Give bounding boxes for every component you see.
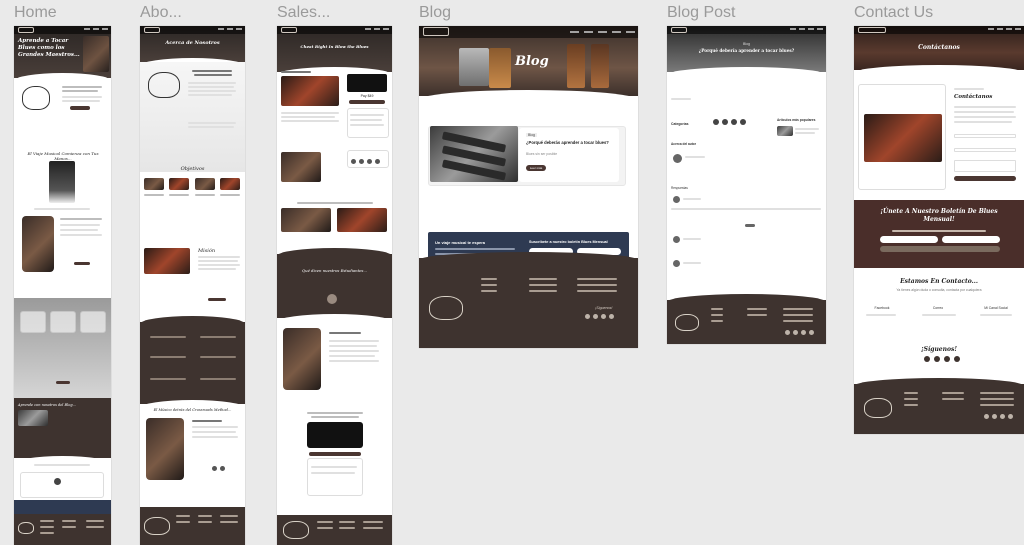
blog-post-frame[interactable]: Blog ¿Porqué debería aprender a tocar bl… — [667, 26, 826, 344]
contact-channel-facebook[interactable]: Facebook — [862, 306, 902, 310]
sales-hero: Cheat Right In Blow the Blues — [277, 26, 392, 72]
contact-frame[interactable]: Contáctanos Contáctanos ¡Únete A Nuestro… — [854, 26, 1024, 434]
sales-hero-title: Cheat Right In Blow the Blues — [300, 44, 369, 49]
blog-post-hero: Blog ¿Porqué debería aprender a tocar bl… — [667, 26, 826, 72]
frame-label-contact[interactable]: Contact Us — [854, 4, 933, 22]
blog-hero-guitar-2 — [489, 48, 511, 88]
home-book-cover — [49, 161, 75, 203]
home-hero: Aprende a Tocar Blues como los Grandes M… — [14, 26, 111, 78]
blog-frame[interactable]: Blog Blog ¿Porqué deberás aprender a toc… — [419, 26, 638, 348]
blog-read-more-label: Leer más — [529, 166, 543, 170]
home-teacher-photo — [22, 216, 54, 272]
sales-product-image — [347, 74, 387, 92]
contact-form-title: Contáctanos — [954, 94, 993, 100]
sales-price: Pay $49 — [360, 94, 374, 98]
youtube-icon[interactable] — [601, 314, 606, 319]
blog-newsletter-right-title: Suscríbete a nuestro boletín Blues Mensu… — [529, 240, 608, 244]
home-nav — [14, 26, 111, 34]
home-hero-image — [83, 36, 109, 72]
contact-hero: Contáctanos — [854, 26, 1024, 70]
youtube-icon[interactable] — [944, 356, 950, 362]
sales-footer — [277, 515, 392, 545]
instagram-icon[interactable] — [934, 356, 940, 362]
contact-newsletter-submit[interactable] — [880, 246, 1000, 252]
blog-post-footer — [667, 294, 826, 344]
sales-buy-button[interactable] — [349, 100, 385, 104]
instagram-icon[interactable] — [593, 314, 598, 319]
tiktok-icon[interactable] — [609, 314, 614, 319]
home-footer — [14, 514, 111, 545]
contact-newsletter-email-input[interactable] — [942, 236, 1000, 243]
about-hero: Acerca de Nosotros — [140, 26, 245, 62]
blog-footer-follow: ¡Síguenos! — [595, 306, 613, 310]
contact-channel-email[interactable]: Correo — [918, 306, 958, 310]
facebook-icon[interactable] — [924, 356, 930, 362]
sales-teacher-photo — [283, 328, 321, 390]
home-blog-heading: Aprende con nosotros del Blog... — [18, 403, 76, 407]
frame-label-about[interactable]: Abo... — [140, 4, 182, 22]
home-newsletter — [14, 500, 111, 514]
blog-hero: Blog — [419, 26, 638, 96]
blog-card-title[interactable]: ¿Porqué deberás aprender a tocar blues? — [526, 140, 612, 145]
home-hero-title: Aprende a Tocar Blues como los Grandes M… — [18, 38, 80, 58]
about-founder-photo — [146, 418, 184, 480]
frame-label-blog-post[interactable]: Blog Post — [667, 4, 735, 22]
blog-post-popular-thumb[interactable] — [777, 126, 793, 136]
contact-newsletter-name-input[interactable] — [880, 236, 938, 243]
home-nav-logo[interactable] — [18, 27, 34, 33]
sales-reviews-title: Qué dicen nuestros Estudiantes... — [302, 268, 367, 273]
blog-post-replies-label: Respuestas — [671, 186, 688, 190]
frame-label-blog[interactable]: Blog — [419, 4, 451, 22]
sales-frame[interactable]: Cheat Right In Blow the Blues Pay $49 Qu… — [277, 26, 392, 545]
frame-label-home[interactable]: Home — [14, 4, 57, 22]
contact-hero-title: Contáctanos — [918, 44, 960, 51]
home-logo — [22, 86, 50, 110]
blog-post-hero-tag: Blog — [742, 42, 750, 46]
blog-post-hero-title: ¿Porqué debería aprender a tocar blues? — [698, 48, 795, 53]
about-mission-photo — [144, 248, 190, 274]
blog-post-author-label: Acerca del autor — [671, 142, 696, 146]
contact-band-photo — [864, 114, 942, 162]
blog-hero-title: Blog — [515, 54, 549, 69]
contact-newsletter-title: ¡Únete A Nuestro Boletín De Blues Mensua… — [880, 208, 998, 223]
sales-reviews-band — [277, 254, 392, 318]
blog-newsletter-title: Un viaje musical te espera — [435, 240, 486, 245]
blog-footer: ¡Síguenos! — [419, 252, 638, 348]
blog-post-image[interactable] — [430, 126, 518, 182]
contact-footer — [854, 378, 1024, 434]
facebook-icon[interactable] — [585, 314, 590, 319]
home-blog-thumb[interactable] — [18, 410, 48, 426]
sales-gear-photo — [281, 152, 321, 182]
home-section-title: El Viaje Musical Comienza con Tus Manos.… — [27, 151, 99, 161]
author-avatar — [673, 154, 682, 163]
contact-channel-social[interactable]: Mi Canal Social — [974, 306, 1018, 310]
sales-video[interactable] — [281, 76, 339, 106]
contact-connect-title: Estamos En Contacto... — [900, 278, 978, 285]
blog-hero-guitar-1 — [459, 48, 489, 86]
blog-post-categories-label: Categorías — [671, 122, 689, 126]
tiktok-icon[interactable] — [954, 356, 960, 362]
contact-follow-title: ¡Síguenos! — [921, 346, 957, 353]
blog-footer-logo[interactable] — [429, 296, 463, 320]
about-values-band — [140, 322, 245, 404]
blog-card-meta: Blues sin ser posible — [526, 152, 558, 156]
blog-card-tag[interactable]: Blog — [526, 133, 538, 137]
blog-post-popular-label: Artículos más populares — [777, 118, 816, 122]
contact-submit-button[interactable] — [954, 176, 1016, 181]
home-frame[interactable]: Aprende a Tocar Blues como los Grandes M… — [14, 26, 111, 545]
contact-connect-subtitle: Ya tienes algún duda o consulta, contact… — [896, 288, 982, 292]
frame-label-sales[interactable]: Sales... — [277, 4, 330, 22]
about-frame[interactable]: Acerca de Nosotros Objetivos Misión El M… — [140, 26, 245, 545]
about-hero-title: Acerca de Nosotros — [165, 40, 220, 46]
about-objectives-title: Objetivos — [180, 166, 205, 172]
about-mission-title: Misión — [198, 248, 216, 254]
about-footer — [140, 507, 245, 545]
about-founder-title: El Músico detrás del Crossroads Method..… — [153, 408, 232, 412]
